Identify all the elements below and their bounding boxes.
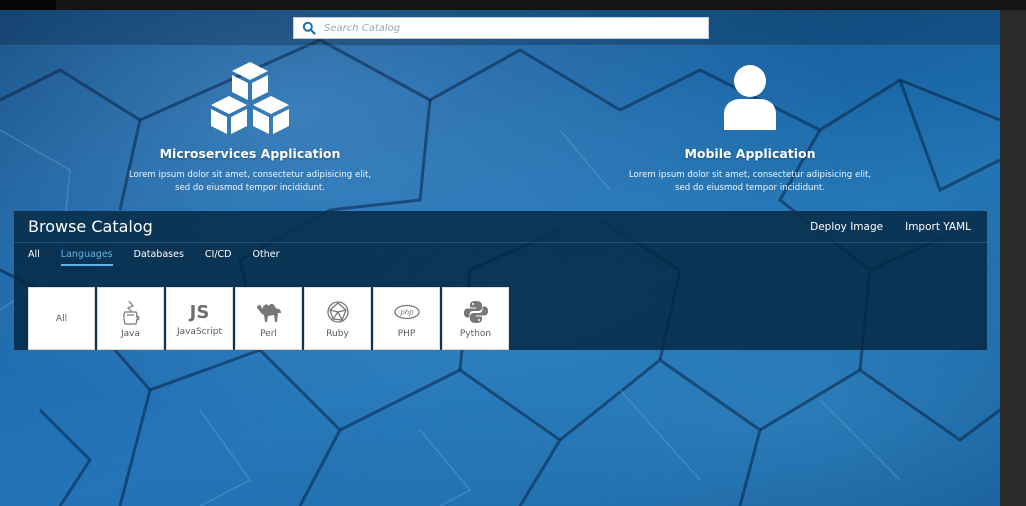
top-bar-left-block [0, 0, 56, 10]
catalog-tiles: All Java JS JavaScript Perl Ruby php PHP… [28, 287, 509, 350]
cubes-icon [211, 62, 289, 134]
tile-label: Java [120, 329, 140, 339]
tile-label: Python [459, 329, 492, 339]
tab-cicd[interactable]: CI/CD [205, 249, 232, 266]
python-icon [463, 301, 488, 323]
feature-description-line: Lorem ipsum dolor sit amet, consectetur … [628, 170, 872, 180]
tile-label: JavaScript [176, 327, 223, 337]
camel-icon [256, 303, 281, 322]
tab-databases[interactable]: Databases [134, 249, 184, 266]
tab-all[interactable]: All [28, 249, 40, 266]
tile-php[interactable]: php PHP [373, 287, 440, 350]
tab-languages[interactable]: Languages [60, 249, 113, 266]
ruby-icon [326, 301, 349, 323]
category-tabs: All Languages Databases CI/CD Other [28, 249, 300, 266]
php-icon: php [393, 304, 420, 320]
search-band [0, 10, 1000, 46]
panel-title: Browse Catalog [28, 217, 153, 236]
tile-label: Perl [260, 329, 277, 339]
header-actions: Deploy Image Import YAML [810, 221, 971, 233]
user-icon [724, 65, 776, 130]
search-box[interactable] [293, 17, 709, 39]
feature-title: Microservices Application [159, 146, 341, 161]
deploy-image-link[interactable]: Deploy Image [810, 221, 883, 233]
panel-header: Browse Catalog Deploy Image Import YAML [14, 211, 987, 243]
browse-catalog-panel: Browse Catalog Deploy Image Import YAML … [14, 211, 987, 350]
tile-label: PHP [397, 329, 416, 339]
feature-description: Lorem ipsum dolor sit amet, consectetur … [620, 169, 880, 195]
tile-label: Ruby [326, 329, 349, 339]
tile-python[interactable]: Python [442, 287, 509, 350]
search-input[interactable] [324, 19, 708, 37]
tile-label: All [55, 313, 68, 324]
import-yaml-link[interactable]: Import YAML [905, 221, 971, 233]
java-icon [122, 300, 139, 325]
feature-mobile[interactable]: Mobile Application Lorem ipsum dolor sit… [620, 64, 880, 195]
feature-description-line: Lorem ipsum dolor sit amet, consectetur … [128, 170, 372, 180]
feature-description-line: sed do eiusmod tempor incididunt. [174, 183, 326, 193]
tile-perl[interactable]: Perl [235, 287, 302, 350]
catalog-landing: Microservices Application Lorem ipsum do… [0, 10, 1000, 506]
feature-microservices[interactable]: Microservices Application Lorem ipsum do… [120, 60, 380, 195]
tile-java[interactable]: Java [97, 287, 164, 350]
search-icon [302, 21, 316, 35]
js-icon: JS [189, 301, 210, 323]
tile-javascript[interactable]: JS JavaScript [166, 287, 233, 350]
feature-title: Mobile Application [684, 146, 816, 161]
feature-description-line: sed do eiusmod tempor incididunt. [674, 183, 826, 193]
feature-description: Lorem ipsum dolor sit amet, consectetur … [120, 169, 380, 195]
tab-other[interactable]: Other [253, 249, 280, 266]
scrollbar[interactable] [1000, 10, 1026, 506]
tile-ruby[interactable]: Ruby [304, 287, 371, 350]
php-glyph: php [399, 309, 414, 317]
top-bar [0, 0, 1026, 10]
tile-all[interactable]: All [28, 287, 95, 350]
